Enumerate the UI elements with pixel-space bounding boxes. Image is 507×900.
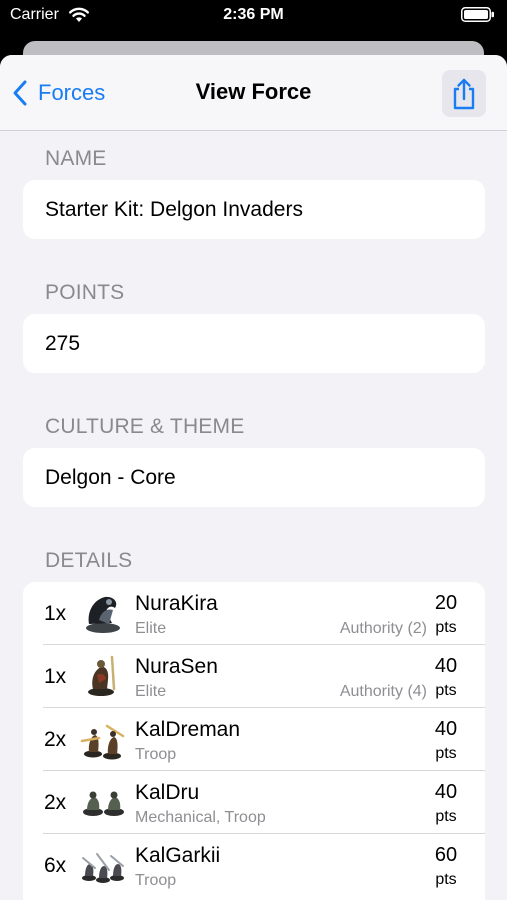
unit-quantity: 1x	[44, 665, 67, 688]
status-bar: Carrier 2:36 PM	[0, 0, 507, 32]
unit-points: 40	[434, 718, 458, 740]
miniature-thumbnail-icon	[88, 655, 116, 696]
unit-type: Troop	[135, 746, 177, 763]
culture-theme-field[interactable]: Delgon - Core	[23, 448, 485, 507]
unit-points-label: pts	[435, 745, 457, 762]
unit-type: Elite	[135, 683, 167, 700]
unit-row[interactable]: 6x KalGarkii Troop 60 pts	[23, 834, 485, 897]
unit-type: Troop	[135, 872, 177, 889]
miniature-thumbnail-icon	[80, 724, 125, 760]
unit-quantity: 2x	[44, 728, 67, 751]
unit-row[interactable]: 2x KalDru Mechanical, Troop 40 pts	[23, 771, 485, 834]
miniature-thumbnail-icon	[86, 596, 120, 633]
unit-points: 20	[434, 592, 458, 614]
unit-row[interactable]: 1x NuraSen Elite Authority (4) 40 pts	[23, 645, 485, 708]
unit-points: 40	[434, 655, 458, 677]
unit-points-label: pts	[435, 682, 457, 699]
clock: 2:36 PM	[223, 6, 284, 23]
unit-row[interactable]: 2x KalDreman Troop 40 pts	[23, 708, 485, 771]
share-button[interactable]	[442, 70, 486, 117]
unit-type: Mechanical, Troop	[135, 809, 266, 826]
points-section-header: POINTS	[45, 281, 125, 304]
unit-points: 40	[434, 781, 458, 803]
battery-icon	[461, 7, 494, 22]
points-field[interactable]: 275	[23, 314, 485, 373]
unit-name: KalGarkii	[135, 844, 221, 867]
miniature-thumbnail-icon	[82, 853, 124, 883]
unit-points-label: pts	[435, 619, 457, 636]
unit-ability: Authority (4)	[339, 683, 427, 700]
unit-points: 60	[434, 844, 458, 866]
unit-quantity: 2x	[44, 791, 67, 814]
name-section-header: NAME	[45, 147, 107, 170]
navigation-bar: Forces View Force	[0, 55, 507, 131]
unit-points-label: pts	[435, 808, 457, 825]
unit-ability: Authority (2)	[339, 620, 427, 637]
unit-quantity: 1x	[44, 602, 67, 625]
unit-points-label: pts	[435, 871, 457, 888]
page-title: View Force	[195, 79, 312, 104]
unit-name: NuraKira	[135, 592, 218, 615]
details-list: 1x NuraKira Elite Authority (2) 20 pts 1…	[23, 582, 485, 900]
share-icon	[453, 78, 475, 109]
culture-section-header: CULTURE & THEME	[45, 415, 245, 438]
unit-name: KalDreman	[135, 718, 241, 741]
unit-name: NuraSen	[135, 655, 218, 678]
unit-row[interactable]: 1x NuraKira Elite Authority (2) 20 pts	[23, 582, 485, 645]
miniature-thumbnail-icon	[83, 791, 124, 816]
unit-name: KalDru	[135, 781, 200, 804]
unit-type: Elite	[135, 620, 167, 637]
unit-quantity: 6x	[44, 854, 67, 877]
force-name-field[interactable]: Starter Kit: Delgon Invaders	[23, 180, 485, 239]
view-force-sheet: Forces View Force NAME Starter Kit: Delg…	[0, 55, 507, 900]
details-section-header: DETAILS	[45, 549, 133, 572]
